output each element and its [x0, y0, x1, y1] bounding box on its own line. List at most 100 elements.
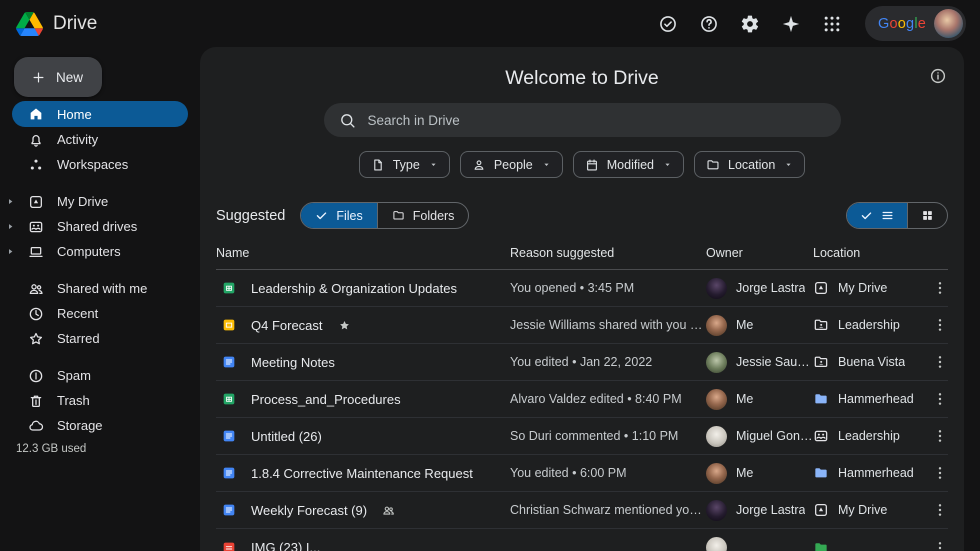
table-row[interactable]: 1.8.4 Corrective Maintenance Request You…: [216, 455, 948, 492]
file-name: Q4 Forecast: [251, 318, 323, 333]
table-row[interactable]: IMG (23) I...: [216, 529, 948, 551]
google-account-pill[interactable]: Google: [865, 6, 966, 41]
help-icon[interactable]: [699, 14, 719, 34]
folder-blue-icon: [813, 391, 829, 407]
filter-chip-label: Location: [728, 158, 775, 172]
new-button[interactable]: New: [14, 57, 102, 97]
filter-chip-people[interactable]: People: [460, 151, 563, 178]
home-icon: [28, 106, 44, 122]
caret-down-icon: [542, 160, 551, 169]
owner-avatar: [706, 426, 727, 447]
nav-section-gap: [12, 264, 188, 276]
search-input[interactable]: [368, 113, 826, 128]
list-view-icon: [881, 209, 894, 222]
docs-file-icon: [221, 354, 237, 370]
table-row[interactable]: Leadership & Organization Updates You op…: [216, 270, 948, 307]
trash-icon: [28, 393, 44, 409]
star-filled-icon: [338, 319, 351, 332]
settings-icon[interactable]: [740, 14, 760, 34]
more-options-icon[interactable]: [932, 354, 948, 370]
sidebar-item-shared-drives[interactable]: Shared drives: [12, 214, 188, 239]
gemini-icon[interactable]: [781, 14, 801, 34]
info-icon[interactable]: [929, 67, 947, 85]
more-options-icon[interactable]: [932, 280, 948, 296]
column-header-name[interactable]: Name: [216, 246, 510, 260]
more-options-icon[interactable]: [932, 540, 948, 551]
people-icon: [28, 281, 44, 297]
filter-chip-modified[interactable]: Modified: [573, 151, 684, 178]
table-header: NameReason suggestedOwnerLocation: [216, 237, 948, 270]
offline-status-icon[interactable]: [658, 14, 678, 34]
filter-chip-location[interactable]: Location: [694, 151, 805, 178]
list-view-toggle[interactable]: [847, 203, 907, 228]
owner-name: Me: [736, 392, 753, 406]
sidebar-item-label: Activity: [57, 132, 98, 147]
owner-avatar: [706, 315, 727, 336]
grid-view-toggle[interactable]: [907, 203, 947, 228]
caret-down-icon: [784, 160, 793, 169]
location-name: Hammerhead: [838, 392, 914, 406]
more-options-icon[interactable]: [932, 317, 948, 333]
more-options-icon[interactable]: [932, 465, 948, 481]
docs-file-icon: [221, 465, 237, 481]
filter-chips: Type People Modified Location: [200, 151, 964, 178]
sidebar-item-label: Starred: [57, 331, 100, 346]
table-row[interactable]: Q4 Forecast Jessie Williams shared with …: [216, 307, 948, 344]
drive-brand[interactable]: Drive: [16, 12, 97, 36]
sidebar-item-activity[interactable]: Activity: [12, 127, 188, 152]
table-row[interactable]: Untitled (26) So Duri commented • 1:10 P…: [216, 418, 948, 455]
sidebar-item-shared-with-me[interactable]: Shared with me: [12, 276, 188, 301]
folders-toggle[interactable]: Folders: [377, 203, 469, 228]
star-icon: [28, 331, 44, 347]
column-header-reason-suggested[interactable]: Reason suggested: [510, 246, 706, 260]
column-header-owner[interactable]: Owner: [706, 246, 813, 260]
sidebar-item-my-drive[interactable]: My Drive: [12, 189, 188, 214]
sidebar-item-workspaces[interactable]: Workspaces: [12, 152, 188, 177]
sidebar-item-label: Spam: [57, 368, 91, 383]
file-name: IMG (23) I...: [251, 540, 320, 551]
filter-chip-type[interactable]: Type: [359, 151, 450, 178]
sidebar-item-recent[interactable]: Recent: [12, 301, 188, 326]
user-avatar[interactable]: [934, 9, 963, 38]
sidebar-item-computers[interactable]: Computers: [12, 239, 188, 264]
view-toggle: [846, 202, 948, 229]
chevron-right-icon[interactable]: [6, 247, 15, 256]
sidebar-item-home[interactable]: Home: [12, 101, 188, 127]
google-wordmark: Google: [878, 16, 926, 32]
search-icon: [339, 112, 356, 129]
column-header-location[interactable]: Location: [813, 246, 917, 260]
location-name: Leadership: [838, 429, 900, 443]
filter-chip-label: Modified: [607, 158, 654, 172]
sidebar-item-starred[interactable]: Starred: [12, 326, 188, 351]
search-bar[interactable]: [324, 103, 841, 137]
file-name: Leadership & Organization Updates: [251, 281, 457, 296]
sidebar-item-spam[interactable]: Spam: [12, 363, 188, 388]
check-icon: [315, 209, 328, 222]
more-options-icon[interactable]: [932, 502, 948, 518]
owner-avatar: [706, 500, 727, 521]
chevron-right-icon[interactable]: [6, 222, 15, 231]
sidebar-item-trash[interactable]: Trash: [12, 388, 188, 413]
chevron-right-icon[interactable]: [6, 197, 15, 206]
mydrive-loc-icon: [813, 280, 829, 296]
sidebar-item-storage[interactable]: Storage: [12, 413, 188, 438]
drive-logo-icon: [16, 12, 43, 36]
more-options-icon[interactable]: [932, 428, 948, 444]
sidebar-item-label: Home: [57, 107, 92, 122]
table-row[interactable]: Weekly Forecast (9) Christian Schwarz me…: [216, 492, 948, 529]
owner-name: Miguel Gonza...: [736, 429, 813, 443]
folder-icon: [392, 209, 405, 222]
file-name: Untitled (26): [251, 429, 322, 444]
more-options-icon[interactable]: [932, 391, 948, 407]
table-row[interactable]: Meeting Notes You edited • Jan 22, 2022 …: [216, 344, 948, 381]
files-toggle[interactable]: Files: [301, 203, 376, 228]
reason-suggested: Alvaro Valdez edited • 8:40 PM: [510, 392, 706, 406]
pdf-file-icon: [221, 540, 237, 551]
table-row[interactable]: Process_and_Procedures Alvaro Valdez edi…: [216, 381, 948, 418]
reason-suggested: So Duri commented • 1:10 PM: [510, 429, 706, 443]
sidebar-item-label: Shared with me: [57, 281, 147, 296]
owner-name: Jorge Lastra: [736, 503, 805, 517]
mydrive-loc-icon: [813, 502, 829, 518]
apps-grid-icon[interactable]: [822, 14, 842, 34]
reason-suggested: Christian Schwarz mentioned you • 2...: [510, 503, 706, 517]
